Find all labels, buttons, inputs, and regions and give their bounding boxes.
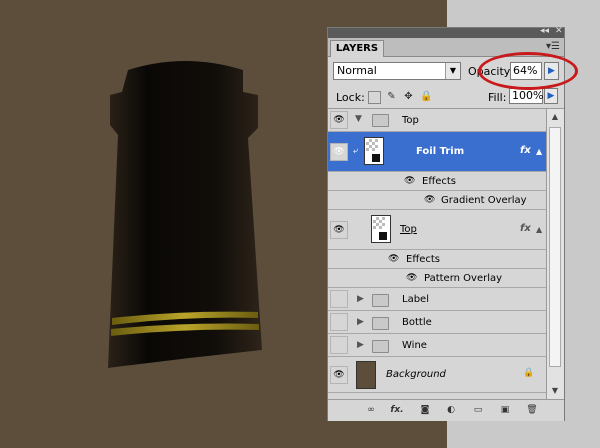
fx-icon[interactable]: fx.: [390, 404, 404, 416]
folder-icon: [372, 294, 389, 307]
fill-label: Fill:: [488, 91, 507, 104]
effect-row-gradient-overlay[interactable]: 👁 Gradient Overlay: [328, 191, 546, 210]
chevron-down-icon[interactable]: ▼: [445, 63, 460, 79]
expand-triangle-icon[interactable]: ▼: [355, 114, 362, 124]
fx-icon[interactable]: fx: [520, 145, 531, 156]
layers-panel: ◂◂ ✕ LAYERS ▾☰ Normal ▼ Opacity: 64% ▶ L…: [327, 26, 565, 421]
effect-name: Pattern Overlay: [424, 273, 503, 284]
folder-icon: [372, 340, 389, 353]
fill-slider-button[interactable]: ▶: [544, 88, 558, 104]
lock-image-icon[interactable]: ✎: [386, 91, 397, 102]
blend-mode-value: Normal: [337, 64, 377, 77]
tab-layers[interactable]: LAYERS: [330, 40, 384, 57]
new-group-icon[interactable]: ▭: [471, 404, 485, 416]
layer-name: Foil Trim: [416, 146, 465, 157]
layer-row-foil-trim[interactable]: 👁 ⤶ Foil Trim fx ▲: [328, 132, 546, 172]
layer-name: Background: [386, 369, 446, 380]
layer-name: Bottle: [402, 317, 432, 328]
link-icon: ⤶: [353, 146, 359, 156]
effects-row[interactable]: 👁 Effects: [328, 172, 546, 191]
eye-icon[interactable]: 👁: [406, 273, 417, 283]
eye-icon[interactable]: 👁: [330, 111, 348, 129]
visibility-toggle[interactable]: [330, 313, 348, 331]
panel-titlebar[interactable]: ◂◂ ✕: [328, 26, 564, 38]
expand-effects-icon[interactable]: ▲: [536, 147, 542, 156]
scroll-thumb[interactable]: [549, 127, 561, 367]
effects-label: Effects: [406, 254, 440, 265]
eye-icon[interactable]: 👁: [330, 366, 348, 384]
folder-icon: [372, 114, 389, 127]
layer-row-top-group[interactable]: 👁 ▼ Top: [328, 109, 546, 132]
layers-list: 👁 ▼ Top 👁 ⤶ Foil Trim fx ▲ 👁 Effects 👁 G…: [328, 109, 564, 399]
mask-icon[interactable]: ◙: [418, 404, 432, 416]
link-icon[interactable]: ∞: [364, 404, 378, 416]
expand-triangle-icon[interactable]: ▶: [357, 340, 364, 350]
layer-row-label-group[interactable]: ▶ Label: [328, 288, 546, 311]
expand-triangle-icon[interactable]: ▶: [357, 317, 364, 327]
lock-icon: 🔒: [523, 368, 535, 378]
fill-input[interactable]: 100%: [509, 88, 543, 104]
opacity-slider-button[interactable]: ▶: [544, 62, 559, 80]
effects-row[interactable]: 👁 Effects: [328, 250, 546, 269]
panel-menu-icon[interactable]: ▾☰: [546, 41, 560, 52]
folder-icon: [372, 317, 389, 330]
effect-name: Gradient Overlay: [441, 195, 527, 206]
scroll-up-icon[interactable]: ▲: [549, 111, 561, 123]
blend-mode-select[interactable]: Normal ▼: [333, 62, 461, 80]
layer-name: Wine: [402, 340, 427, 351]
layer-name: Top: [400, 224, 417, 235]
visibility-toggle[interactable]: [330, 336, 348, 354]
layer-thumbnail: [364, 137, 384, 165]
panel-tab-row: LAYERS ▾☰: [328, 38, 564, 57]
lock-label: Lock:: [336, 91, 365, 104]
expand-effects-icon[interactable]: ▲: [536, 225, 542, 234]
lock-row: Lock: ✎ ✥ 🔒 Fill: 100% ▶: [328, 86, 564, 109]
lock-position-icon[interactable]: ✥: [403, 91, 414, 102]
layer-thumbnail: [371, 215, 391, 243]
visibility-toggle[interactable]: [330, 290, 348, 308]
layer-thumbnail: [356, 361, 376, 389]
opacity-label: Opacity:: [468, 65, 514, 78]
expand-triangle-icon[interactable]: ▶: [357, 294, 364, 304]
adjustment-icon[interactable]: ◐: [444, 404, 458, 416]
effects-label: Effects: [422, 176, 456, 187]
layers-bottom-toolbar: ∞ fx. ◙ ◐ ▭ ▣ 🗑: [328, 399, 564, 421]
eye-icon[interactable]: 👁: [404, 176, 415, 186]
effect-row-pattern-overlay[interactable]: 👁 Pattern Overlay: [328, 269, 546, 288]
new-layer-icon[interactable]: ▣: [498, 404, 512, 416]
eye-icon[interactable]: 👁: [330, 143, 348, 161]
scroll-down-icon[interactable]: ▼: [549, 385, 561, 397]
layer-row-top[interactable]: 👁 Top fx ▲: [328, 210, 546, 250]
layers-scrollbar[interactable]: ▲ ▼: [546, 109, 564, 399]
trash-icon[interactable]: 🗑: [525, 404, 539, 416]
layer-name: Top: [402, 115, 419, 126]
layer-row-wine-group[interactable]: ▶ Wine: [328, 334, 546, 357]
layer-row-background[interactable]: 👁 Background 🔒: [328, 357, 546, 393]
eye-icon[interactable]: 👁: [388, 254, 399, 264]
lock-all-icon[interactable]: 🔒: [420, 91, 432, 102]
opacity-input[interactable]: 64%: [510, 62, 542, 80]
collapse-icon[interactable]: ◂◂: [540, 26, 549, 36]
eye-icon[interactable]: 👁: [424, 195, 435, 205]
layer-row-bottle-group[interactable]: ▶ Bottle: [328, 311, 546, 334]
layer-name: Label: [402, 294, 429, 305]
fx-icon[interactable]: fx: [520, 223, 531, 234]
eye-icon[interactable]: 👁: [330, 221, 348, 239]
close-icon[interactable]: ✕: [555, 26, 563, 36]
lock-transparency-icon[interactable]: [368, 91, 381, 104]
